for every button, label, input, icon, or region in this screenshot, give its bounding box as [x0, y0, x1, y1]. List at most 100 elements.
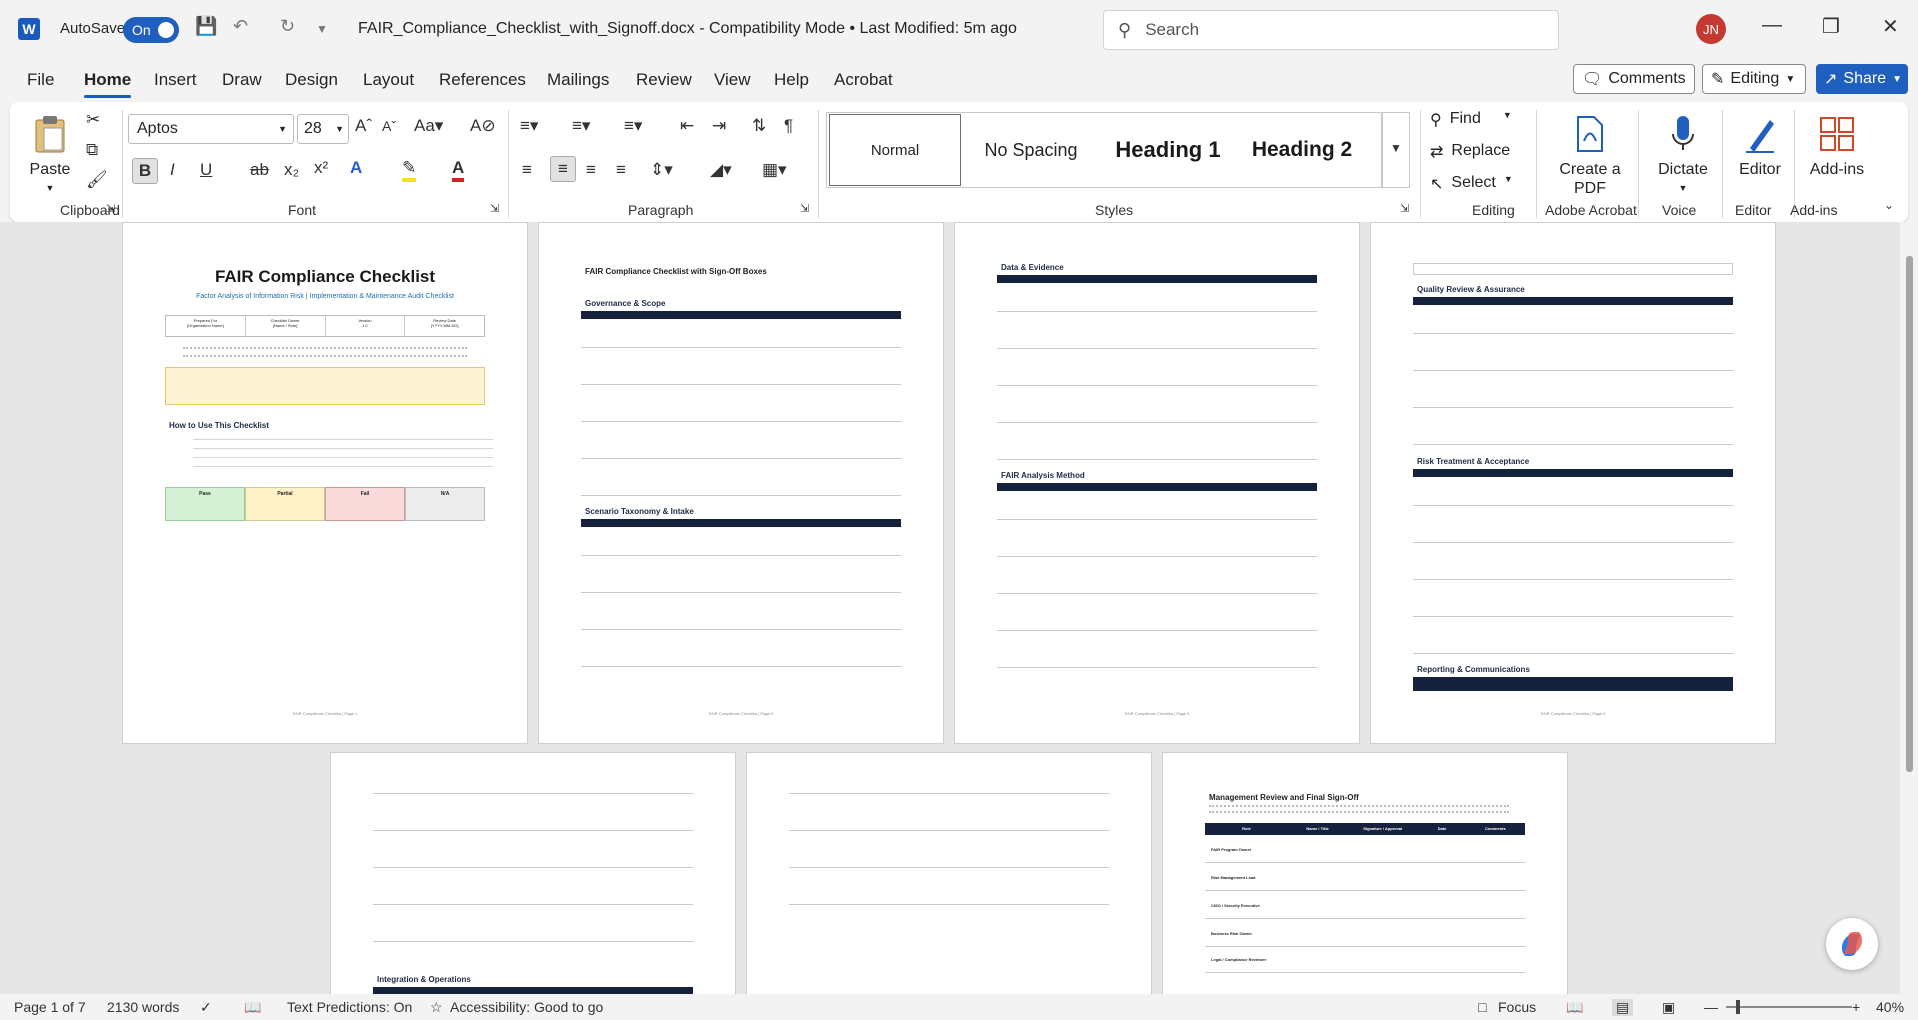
- find-button[interactable]: ⚲ Find ▼: [1430, 110, 1512, 130]
- style-heading-2[interactable]: Heading 2: [1237, 113, 1367, 187]
- numbering-icon[interactable]: ≡▾: [572, 116, 590, 136]
- format-painter-icon[interactable]: 🖌: [86, 170, 108, 190]
- font-name-box[interactable]: Aptos ▼: [128, 114, 294, 144]
- underline-icon[interactable]: U: [200, 160, 212, 180]
- page-7[interactable]: Management Review and Final Sign-Off Rol…: [1162, 752, 1568, 994]
- editing-mode-button[interactable]: ✎ Editing ▼: [1702, 64, 1806, 94]
- copy-icon[interactable]: ⧉: [86, 140, 98, 160]
- tab-view[interactable]: View: [714, 70, 751, 90]
- paste-button[interactable]: Paste ▼: [28, 112, 72, 198]
- user-avatar[interactable]: JN: [1696, 14, 1726, 44]
- tab-layout[interactable]: Layout: [363, 70, 414, 90]
- page-2[interactable]: FAIR Compliance Checklist with Sign-Off …: [538, 222, 944, 744]
- search-box[interactable]: ⚲ Search: [1103, 10, 1559, 50]
- zoom-in-icon[interactable]: +: [1852, 999, 1860, 1015]
- read-mode-icon[interactable]: 📖: [1566, 999, 1583, 1016]
- tab-acrobat[interactable]: Acrobat: [834, 70, 893, 90]
- highlight-icon[interactable]: ✎: [402, 158, 417, 182]
- replace-button[interactable]: ⇄ Replace: [1430, 142, 1510, 162]
- show-formatting-icon[interactable]: ¶: [784, 116, 793, 136]
- borders-icon[interactable]: ▦▾: [762, 160, 787, 180]
- document-canvas[interactable]: FAIR Compliance Checklist Factor Analysi…: [0, 222, 1900, 994]
- style-heading-1[interactable]: Heading 1: [1101, 113, 1235, 187]
- tab-mailings[interactable]: Mailings: [547, 70, 609, 90]
- zoom-slider[interactable]: [1726, 1006, 1852, 1008]
- undo-icon[interactable]: ↶: [233, 16, 248, 37]
- comments-button[interactable]: 🗨 Comments: [1573, 64, 1695, 94]
- select-button[interactable]: ↖ Select ▼: [1430, 174, 1513, 194]
- page-count[interactable]: Page 1 of 7: [14, 999, 86, 1015]
- share-button[interactable]: ↗ Share ▼: [1816, 64, 1908, 94]
- grow-font-icon[interactable]: Aˆ: [355, 116, 372, 136]
- clear-formatting-icon[interactable]: A⊘: [470, 116, 496, 136]
- tab-review[interactable]: Review: [636, 70, 692, 90]
- page-6[interactable]: [746, 752, 1152, 994]
- print-layout-icon[interactable]: ▤: [1612, 999, 1634, 1016]
- collapse-ribbon-icon[interactable]: ⌄: [1884, 198, 1894, 212]
- style-normal[interactable]: Normal: [829, 114, 961, 186]
- font-color-icon[interactable]: A: [452, 158, 465, 182]
- dialog-launcher-icon[interactable]: ⇲: [1400, 202, 1409, 215]
- styles-expand-icon[interactable]: ▼: [1382, 112, 1410, 188]
- tab-insert[interactable]: Insert: [154, 70, 197, 90]
- scrollbar-thumb[interactable]: [1906, 256, 1913, 772]
- close-icon[interactable]: ✕: [1882, 14, 1899, 39]
- dictate-button[interactable]: Dictate ▼: [1648, 112, 1718, 198]
- proofing-icon[interactable]: ✓: [200, 999, 212, 1016]
- tab-file[interactable]: File: [27, 70, 54, 90]
- page-3[interactable]: Data & Evidence FAIR Analysis Method FAI…: [954, 222, 1360, 744]
- multilevel-list-icon[interactable]: ≡▾: [624, 116, 642, 136]
- shading-icon[interactable]: ◢▾: [710, 160, 732, 180]
- word-count[interactable]: 2130 words: [107, 999, 179, 1015]
- editor-button[interactable]: Editor: [1732, 112, 1788, 179]
- strikethrough-icon[interactable]: ab: [250, 160, 269, 180]
- web-layout-icon[interactable]: ▣: [1662, 999, 1675, 1016]
- cut-icon[interactable]: ✂: [86, 110, 100, 130]
- focus-button[interactable]: Focus: [1498, 999, 1536, 1015]
- tab-draw[interactable]: Draw: [222, 70, 262, 90]
- zoom-level[interactable]: 40%: [1876, 999, 1904, 1015]
- subscript-icon[interactable]: x₂: [284, 160, 299, 180]
- decrease-indent-icon[interactable]: ⇤: [680, 116, 694, 136]
- dialog-launcher-icon[interactable]: ⇲: [490, 202, 499, 215]
- bold-icon[interactable]: B: [132, 158, 158, 184]
- align-right-icon[interactable]: ≡: [586, 160, 596, 180]
- text-predictions[interactable]: Text Predictions: On: [287, 999, 412, 1015]
- align-left-icon[interactable]: ≡: [522, 160, 532, 180]
- superscript-icon[interactable]: x²: [314, 158, 328, 178]
- restore-icon[interactable]: ❐: [1822, 14, 1840, 39]
- tab-help[interactable]: Help: [774, 70, 809, 90]
- increase-indent-icon[interactable]: ⇥: [712, 116, 726, 136]
- dialog-launcher-icon[interactable]: ⇲: [800, 202, 809, 215]
- zoom-out-icon[interactable]: —: [1704, 999, 1718, 1015]
- font-size-box[interactable]: 28 ▼: [297, 114, 349, 144]
- autosave-toggle[interactable]: On: [123, 17, 179, 43]
- sort-icon[interactable]: ⇅: [752, 116, 766, 136]
- accessibility-status[interactable]: Accessibility: Good to go: [450, 999, 603, 1015]
- text-effects-icon[interactable]: A: [350, 158, 362, 178]
- create-pdf-button[interactable]: Create a PDF: [1550, 112, 1630, 198]
- line-spacing-icon[interactable]: ⇕▾: [650, 160, 673, 180]
- style-no-spacing[interactable]: No Spacing: [967, 113, 1095, 187]
- justify-icon[interactable]: ≡: [616, 160, 626, 180]
- page-5[interactable]: Integration & Operations: [330, 752, 736, 994]
- tab-design[interactable]: Design: [285, 70, 338, 90]
- dialog-launcher-icon[interactable]: ⇲: [106, 202, 115, 215]
- tab-references[interactable]: References: [439, 70, 526, 90]
- italic-icon[interactable]: I: [170, 160, 175, 180]
- page-4[interactable]: Quality Review & Assurance Risk Treatmen…: [1370, 222, 1776, 744]
- addins-button[interactable]: Add-ins: [1802, 112, 1872, 179]
- copilot-button[interactable]: [1826, 918, 1878, 970]
- save-icon[interactable]: 💾: [195, 16, 217, 37]
- tab-home[interactable]: Home: [84, 70, 132, 98]
- zoom-slider-thumb[interactable]: [1736, 1000, 1740, 1014]
- document-title[interactable]: FAIR_Compliance_Checklist_with_Signoff.d…: [358, 20, 1017, 38]
- book-icon[interactable]: 📖: [244, 999, 261, 1016]
- page-1[interactable]: FAIR Compliance Checklist Factor Analysi…: [122, 222, 528, 744]
- shrink-font-icon[interactable]: Aˇ: [382, 118, 396, 134]
- redo-icon[interactable]: ↻: [280, 16, 295, 37]
- align-center-icon[interactable]: ≡: [550, 156, 576, 182]
- minimize-icon[interactable]: —: [1762, 14, 1782, 37]
- customize-qat-icon[interactable]: ▼: [316, 22, 328, 36]
- change-case-icon[interactable]: Aa▾: [414, 116, 443, 136]
